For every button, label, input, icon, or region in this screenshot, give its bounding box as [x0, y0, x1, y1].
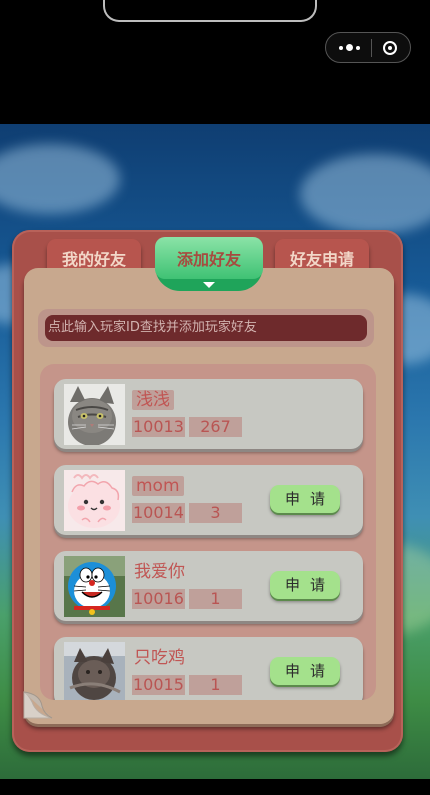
caret-down-icon	[203, 282, 215, 288]
player-name: mom	[132, 476, 184, 496]
list-item: 只吃鸡 10015 1 申请	[54, 637, 363, 700]
device-notch	[103, 0, 317, 22]
bottom-bar	[0, 779, 430, 795]
player-id-search-input[interactable]: 点此输入玩家ID查找并添加玩家好友	[45, 315, 367, 341]
player-level: 267	[189, 417, 242, 437]
mini-program-capsule[interactable]	[325, 32, 411, 63]
capsule-divider	[370, 38, 372, 57]
list-item: 浅浅 10013 267	[54, 379, 363, 449]
player-level: 1	[189, 675, 242, 695]
player-name: 我爱你	[134, 562, 185, 582]
player-id: 10016	[132, 589, 185, 609]
player-id: 10013	[132, 417, 185, 437]
player-id: 10014	[132, 503, 185, 523]
list-item: 我爱你 10016 1 申请	[54, 551, 363, 621]
avatar	[64, 556, 125, 617]
player-level: 3	[189, 503, 242, 523]
apply-button[interactable]: 申请	[270, 485, 340, 513]
player-name: 只吃鸡	[134, 648, 185, 668]
apply-button[interactable]: 申请	[270, 657, 340, 685]
list-item: mom 10014 3 申请	[54, 465, 363, 535]
player-list[interactable]: 浅浅 10013 267 mom 10014 3 申请 我爱你 10016 1 …	[40, 364, 376, 700]
player-level: 1	[189, 589, 242, 609]
close-target-icon[interactable]	[382, 40, 397, 55]
avatar	[64, 384, 125, 445]
avatar	[64, 470, 125, 531]
player-name: 浅浅	[132, 390, 174, 410]
tab-add-friend[interactable]: 添加好友	[155, 237, 263, 279]
more-icon[interactable]	[339, 44, 361, 51]
apply-button[interactable]: 申请	[270, 571, 340, 599]
page-curl-icon	[22, 690, 56, 720]
player-id: 10015	[132, 675, 185, 695]
avatar	[64, 642, 125, 700]
